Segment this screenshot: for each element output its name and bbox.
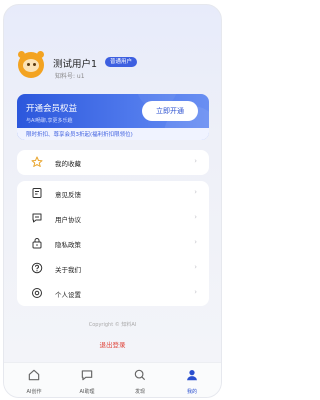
chat-icon bbox=[81, 370, 93, 381]
user-badge: 普通用户 bbox=[105, 57, 138, 67]
avatar[interactable] bbox=[18, 51, 44, 78]
favorites-card: 我的收藏 › bbox=[17, 150, 209, 175]
vip-benefits-text: 限时折扣、尊享会员3折起(福利折扣限领位) bbox=[26, 132, 133, 138]
menu-item-label: 我的收藏 bbox=[55, 160, 81, 168]
menu-item-label: 个人设置 bbox=[55, 291, 81, 299]
chevron-right-icon: › bbox=[194, 263, 197, 271]
help-icon bbox=[31, 262, 43, 274]
user-icon bbox=[187, 370, 197, 381]
vip-benefits-strip: 限时折扣、尊享会员3折起(福利折扣限领位) bbox=[17, 128, 209, 140]
phone-screen: 测试用户1 普通用户 知料号: u1 开通会员权益 与AI畅聊,享更多乐趣 立即… bbox=[3, 4, 222, 398]
tab-discover[interactable]: 发现 bbox=[120, 367, 160, 395]
menu-item-label: 关于我们 bbox=[55, 266, 81, 274]
vip-subtitle: 与AI畅聊,享更多乐趣 bbox=[26, 118, 73, 124]
tab-label: 我的 bbox=[186, 389, 197, 395]
menu-item-settings[interactable]: 个人设置 › bbox=[17, 281, 209, 306]
tab-label: AI创作 bbox=[26, 389, 42, 395]
menu-item-label: 隐私政策 bbox=[55, 241, 81, 249]
menu-item-favorites[interactable]: 我的收藏 › bbox=[17, 150, 209, 175]
copyright-text: Copyright © 知料AI bbox=[88, 322, 137, 328]
settings-icon bbox=[32, 288, 42, 298]
avatar-eye bbox=[33, 63, 36, 66]
tab-ai-assistant[interactable]: AI助理 bbox=[67, 367, 107, 395]
menu-item-privacy[interactable]: 隐私政策 › bbox=[17, 231, 209, 256]
lock-icon bbox=[32, 238, 42, 249]
menu-item-feedback[interactable]: 意见反馈 › bbox=[17, 181, 209, 206]
agreement-icon bbox=[32, 213, 42, 223]
avatar-eye bbox=[27, 63, 30, 66]
user-id: 知料号: u1 bbox=[55, 73, 85, 80]
avatar-ear bbox=[18, 51, 25, 58]
menu-item-about[interactable]: 关于我们 › bbox=[17, 256, 209, 281]
avatar-face bbox=[23, 59, 39, 72]
chevron-right-icon: › bbox=[194, 288, 197, 296]
chevron-right-icon: › bbox=[194, 157, 197, 165]
chevron-right-icon: › bbox=[194, 213, 197, 221]
home-icon bbox=[28, 369, 40, 381]
settings-menu-card: 意见反馈 › 用户协议 › 隐私政策 › 关于我们 › 个人设置 › bbox=[17, 181, 209, 306]
chevron-right-icon: › bbox=[194, 238, 197, 246]
vip-open-button[interactable]: 立即开通 bbox=[142, 101, 198, 121]
tab-mine[interactable]: 我的 bbox=[172, 367, 212, 395]
search-icon bbox=[134, 369, 146, 381]
user-name: 测试用户1 bbox=[53, 59, 98, 70]
menu-item-agreement[interactable]: 用户协议 › bbox=[17, 206, 209, 231]
menu-item-label: 用户协议 bbox=[55, 216, 81, 224]
tab-ai-create[interactable]: AI创作 bbox=[14, 367, 54, 395]
feedback-icon bbox=[32, 188, 42, 198]
chevron-right-icon: › bbox=[194, 188, 197, 196]
star-icon bbox=[31, 156, 43, 167]
vip-title: 开通会员权益 bbox=[26, 104, 78, 114]
bottom-tab-bar: AI创作 AI助理 发现 我的 bbox=[4, 362, 221, 397]
menu-item-label: 意见反馈 bbox=[55, 191, 81, 199]
tab-label: 发现 bbox=[134, 389, 145, 395]
avatar-ear bbox=[37, 51, 44, 58]
tab-label: AI助理 bbox=[79, 389, 95, 395]
logout-button[interactable]: 退出登录 bbox=[4, 339, 221, 349]
